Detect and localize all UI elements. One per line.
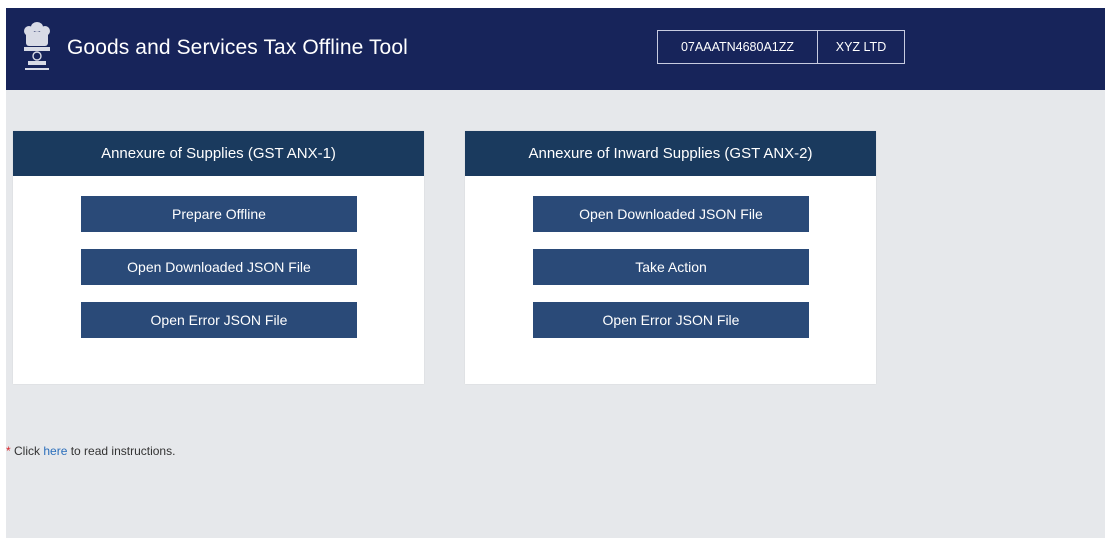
gstin-label: 07AAATN4680A1ZZ bbox=[658, 31, 818, 63]
anx1-card: Annexure of Supplies (GST ANX-1) Prepare… bbox=[13, 131, 424, 384]
instructions-suffix: to read instructions. bbox=[67, 444, 176, 458]
anx2-open-downloaded-json-button[interactable]: Open Downloaded JSON File bbox=[533, 196, 809, 232]
anx1-card-title: Annexure of Supplies (GST ANX-1) bbox=[13, 131, 424, 176]
take-action-button[interactable]: Take Action bbox=[533, 249, 809, 285]
app-title: Goods and Services Tax Offline Tool bbox=[67, 36, 408, 59]
anx1-open-downloaded-json-button[interactable]: Open Downloaded JSON File bbox=[81, 249, 357, 285]
anx2-open-error-json-button[interactable]: Open Error JSON File bbox=[533, 302, 809, 338]
instructions-prefix: Click bbox=[10, 444, 44, 458]
app-frame: Goods and Services Tax Offline Tool 07AA… bbox=[6, 8, 1105, 538]
national-emblem-icon bbox=[24, 22, 50, 70]
anx1-open-error-json-button[interactable]: Open Error JSON File bbox=[81, 302, 357, 338]
instructions-link[interactable]: here bbox=[43, 444, 67, 458]
company-name-label: XYZ LTD bbox=[835, 40, 887, 54]
user-info: 07AAATN4680A1ZZ XYZ LTD bbox=[657, 30, 905, 64]
prepare-offline-button[interactable]: Prepare Offline bbox=[81, 196, 357, 232]
instructions-note: * Click here to read instructions. bbox=[6, 444, 175, 458]
anx2-card: Annexure of Inward Supplies (GST ANX-2) … bbox=[465, 131, 876, 384]
app-header: Goods and Services Tax Offline Tool 07AA… bbox=[6, 8, 1105, 90]
anx2-card-title: Annexure of Inward Supplies (GST ANX-2) bbox=[465, 131, 876, 176]
